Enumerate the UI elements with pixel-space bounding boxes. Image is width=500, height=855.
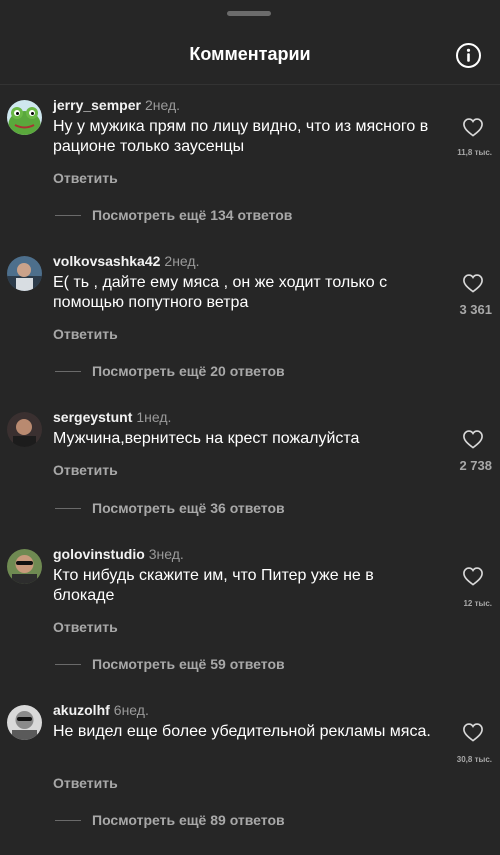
comment-text: Не видел еще более убедительной рекламы … — [53, 723, 431, 740]
frog-avatar-icon — [7, 100, 42, 135]
timestamp: 2нед. — [144, 97, 181, 113]
view-more-replies-button[interactable]: Посмотреть ещё 59 ответов — [92, 656, 285, 672]
more-replies-line — [55, 820, 81, 821]
likes-count: 30,8 тыс. — [456, 755, 492, 764]
person-photo-icon — [7, 549, 42, 584]
comment-item: volkovsashka42 2нед. Е( ть , дайте ему мя… — [0, 253, 500, 406]
heart-icon[interactable] — [462, 722, 484, 742]
comment-text: Мужчина,вернитесь на крест пожалуйста — [53, 430, 360, 447]
view-more-replies-button[interactable]: Посмотреть ещё 36 ответов — [92, 500, 285, 516]
view-more-replies-button[interactable]: Посмотреть ещё 89 ответов — [92, 812, 285, 828]
view-more-replies-button[interactable]: Посмотреть ещё 134 ответов — [92, 207, 292, 223]
comment-item: akuzolhf 6нед. Не видел еще более убедите… — [0, 702, 500, 855]
more-replies-line — [55, 215, 81, 216]
timestamp: 1нед. — [136, 409, 172, 425]
header-divider — [0, 84, 500, 85]
heart-icon[interactable] — [462, 273, 484, 293]
username[interactable]: akuzolhf — [53, 702, 110, 718]
reply-button[interactable]: Ответить — [53, 326, 118, 342]
person-photo-icon — [7, 256, 42, 291]
timestamp: 3нед. — [148, 546, 184, 562]
reply-button[interactable]: Ответить — [53, 462, 118, 478]
likes-count: 11,8 тыс. — [457, 148, 492, 157]
user-avatar[interactable] — [7, 705, 42, 740]
user-avatar[interactable] — [7, 100, 42, 135]
view-more-replies-button[interactable]: Посмотреть ещё 20 ответов — [92, 363, 285, 379]
reply-button[interactable]: Ответить — [53, 170, 118, 186]
user-avatar[interactable] — [7, 549, 42, 584]
timestamp: 2нед. — [164, 253, 200, 269]
username[interactable]: sergeystunt — [53, 409, 132, 425]
user-avatar[interactable] — [7, 412, 42, 447]
likes-count: 2 738 — [459, 458, 492, 473]
user-avatar[interactable] — [7, 256, 42, 291]
likes-count: 12 тыс. — [463, 599, 492, 608]
comment-text: Е( ть , дайте ему мяса , он же ходит тол… — [53, 274, 388, 311]
page-title: Комментарии — [189, 44, 311, 64]
comment-text: Кто нибудь скажите им, что Питер уже не … — [53, 567, 374, 604]
reply-button[interactable]: Ответить — [53, 619, 118, 635]
more-replies-line — [55, 371, 81, 372]
info-icon[interactable] — [455, 42, 482, 69]
username[interactable]: volkovsashka42 — [53, 253, 160, 269]
comment-item: golovinstudio 3нед. Кто нибудь скажите им… — [0, 546, 500, 699]
person-photo-icon — [7, 705, 42, 740]
comment-item: sergeystunt 1нед. Мужчина,вернитесь на кр… — [0, 409, 500, 562]
drag-handle[interactable] — [227, 11, 271, 16]
heart-icon[interactable] — [462, 429, 484, 449]
reply-button[interactable]: Ответить — [53, 775, 118, 791]
username[interactable]: jerry_semper — [53, 97, 141, 113]
more-replies-line — [55, 508, 81, 509]
heart-icon[interactable] — [462, 566, 484, 586]
comment-item: jerry_semper 2нед. Ну у мужика прям по ли… — [0, 97, 500, 250]
timestamp: 6нед. — [113, 702, 149, 718]
more-replies-line — [55, 664, 81, 665]
comment-text: Ну у мужика прям по лицу видно, что из м… — [53, 118, 429, 155]
username[interactable]: golovinstudio — [53, 546, 145, 562]
heart-icon[interactable] — [462, 117, 484, 137]
likes-count: 3 361 — [459, 302, 492, 317]
person-photo-icon — [7, 412, 42, 447]
